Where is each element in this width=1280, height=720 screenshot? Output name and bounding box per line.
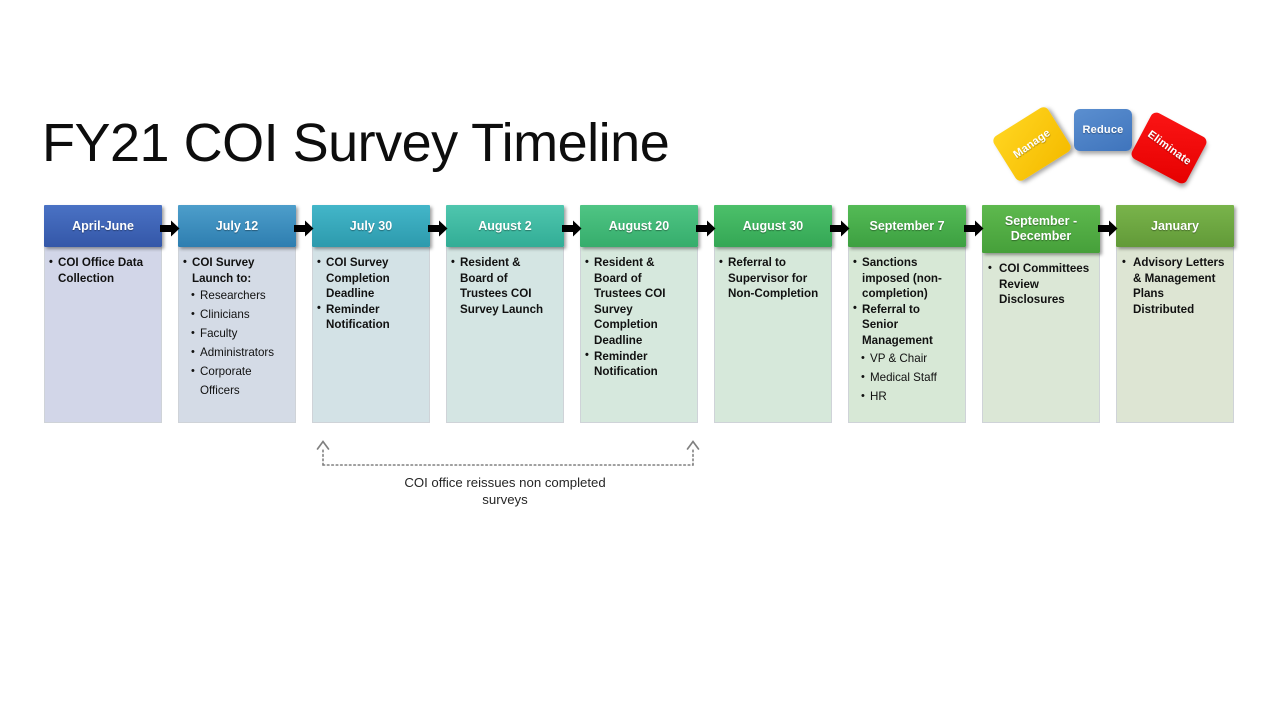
risk-strategy-badges: Manage Reduce Eliminate [991,100,1225,195]
timeline-milestone-header[interactable]: July 30 [312,205,430,247]
timeline-column: August 30 Referral to Supervisor for Non-… [714,205,832,423]
badge-eliminate-label: Eliminate [1144,128,1194,168]
timeline-milestone-label: August 30 [742,218,804,233]
sub-bullet-item: Medical Staff [861,368,959,387]
timeline-milestone-body: Referral to Supervisor for Non-Completio… [714,247,832,423]
timeline-milestone-label: July 30 [349,218,393,233]
timeline-milestone-header[interactable]: July 12 [178,205,296,247]
sub-bullet-item: Clinicians [191,305,289,324]
bullet-item: Resident & Board of Trustees COI Survey … [451,254,557,317]
reissue-caption: COI office reissues non completed survey… [404,475,606,507]
timeline-milestone-body: Resident & Board of Trustees COI Survey … [580,247,698,423]
sub-bullet-item: Administrators [191,343,289,362]
badge-manage-label: Manage [1011,126,1053,162]
bullet-item: Advisory Letters & Management Plans Dist… [1121,254,1227,317]
bullet-item: Sanctions imposed (non-completion) [853,255,959,302]
bullet-list: COI Committees Review Disclosures [987,261,1093,308]
timeline-milestone-header[interactable]: August 20 [580,205,698,247]
bullet-list: Sanctions imposed (non-completion)Referr… [853,255,959,349]
sub-bullet-list: VP & ChairMedical StaffHR [853,349,959,406]
timeline-arrow-icon [428,220,448,237]
bullet-list: Referral to Supervisor for Non-Completio… [719,255,825,302]
timeline-milestone-header[interactable]: September 7 [848,205,966,247]
timeline-milestone-header[interactable]: April-June [44,205,162,247]
sub-bullet-list: ResearchersCliniciansFacultyAdministrato… [183,286,289,400]
timeline-milestone-label: January [1151,218,1199,233]
badge-reduce[interactable]: Reduce [1074,109,1132,151]
timeline-arrow-icon [294,220,314,237]
timeline-milestone-header[interactable]: August 30 [714,205,832,247]
timeline-arrow-icon [696,220,716,237]
bullet-item: COI Survey Launch to: [183,254,289,286]
sub-bullet-item: HR [861,387,959,406]
bullet-item: Reminder Notification [585,348,691,380]
bullet-item: Referral to Supervisor for Non-Completio… [719,255,825,302]
timeline-column: August 2 Resident & Board of Trustees COI… [446,205,564,423]
timeline-milestone-header[interactable]: January [1116,205,1234,247]
timeline-milestone-body: COI Committees Review Disclosures [982,253,1100,423]
bullet-item: COI Office Data Collection [49,254,155,286]
page-title: FY21 COI Survey Timeline [42,113,670,173]
timeline-milestone-label: September - December [1004,214,1078,243]
timeline-milestone-header[interactable]: September - December [982,205,1100,253]
timeline-milestone-label: April-June [72,218,134,233]
timeline-milestone-header[interactable]: August 2 [446,205,564,247]
timeline-milestone-label: September 7 [869,218,945,233]
sub-bullet-item: Faculty [191,324,289,343]
timeline-milestone-label: July 12 [215,218,259,233]
timeline-container: April-June COI Office Data Collection July… [44,205,1240,430]
timeline-arrow-icon [160,220,180,237]
sub-bullet-item: Corporate Officers [191,362,289,400]
timeline-milestone-label: August 2 [478,218,532,233]
bullet-item: Resident & Board of Trustees COI Survey … [585,255,691,349]
badge-reduce-label: Reduce [1082,124,1124,136]
timeline-arrow-icon [1098,220,1118,237]
bullet-item: Referral to Senior Management [853,301,959,349]
timeline-column: July 12COI Survey Launch to:ResearchersC… [178,205,296,423]
timeline-column: January Advisory Letters & Management Pla… [1116,205,1234,423]
sub-bullet-item: VP & Chair [861,349,959,368]
bullet-list: Advisory Letters & Management Plans Dist… [1121,254,1227,317]
timeline-milestone-label: August 20 [608,218,670,233]
bullet-list: COI Survey Launch to: [183,254,289,286]
sub-bullet-item: Researchers [191,286,289,305]
timeline-milestone-body: Resident & Board of Trustees COI Survey … [446,247,564,423]
bullet-list: Resident & Board of Trustees COI Survey … [451,254,557,317]
timeline-column: September - December COI Committees Revie… [982,205,1100,423]
timeline-arrow-icon [964,220,984,237]
timeline-column: July 30 COI Survey Completion DeadlineRem… [312,205,430,423]
badge-eliminate[interactable]: Eliminate [1129,110,1209,186]
bullet-item: Reminder Notification [317,301,423,333]
timeline-milestone-body: Sanctions imposed (non-completion)Referr… [848,247,966,423]
timeline-arrow-icon [830,220,850,237]
timeline-milestone-body: COI Survey Launch to:ResearchersClinicia… [178,247,296,423]
timeline-milestone-body: COI Survey Completion DeadlineReminder N… [312,247,430,423]
timeline-column: April-June COI Office Data Collection [44,205,162,423]
timeline-milestone-body: Advisory Letters & Management Plans Dist… [1116,247,1234,423]
bullet-list: COI Survey Completion DeadlineReminder N… [317,255,423,333]
bullet-item: COI Survey Completion Deadline [317,255,423,302]
bullet-list: Resident & Board of Trustees COI Survey … [585,255,691,380]
bullet-list: COI Office Data Collection [49,254,155,286]
badge-manage[interactable]: Manage [991,104,1073,184]
timeline-arrow-icon [562,220,582,237]
timeline-column: August 20 Resident & Board of Trustees CO… [580,205,698,423]
timeline-milestone-body: COI Office Data Collection [44,247,162,423]
bullet-item: COI Committees Review Disclosures [987,261,1093,308]
timeline-column: September 7 Sanctions imposed (non-comple… [848,205,966,423]
